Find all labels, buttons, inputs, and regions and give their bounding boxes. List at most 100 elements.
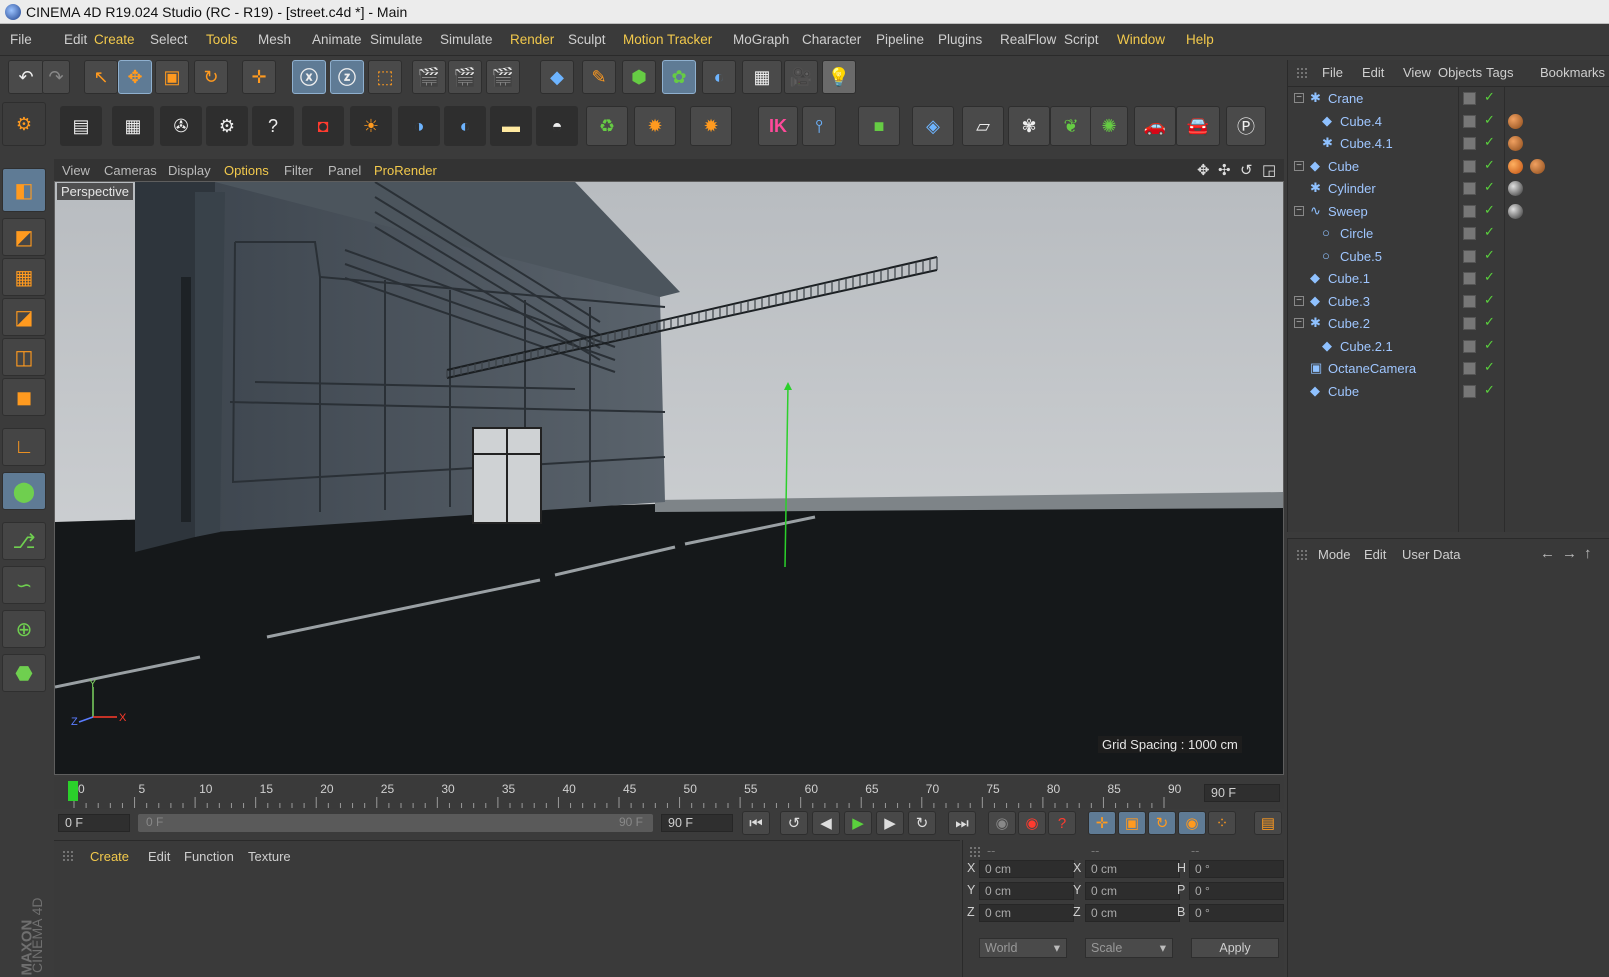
object-row[interactable]: ○ Circle ✓ xyxy=(1288,223,1609,245)
attribute-menu-mode[interactable]: Mode xyxy=(1318,547,1351,562)
layer-checkbox[interactable] xyxy=(1463,137,1476,150)
object-row[interactable]: ◆ Cube.4 ✓ xyxy=(1288,111,1609,133)
viewport-zoom-icon[interactable]: ✣ xyxy=(1218,161,1231,179)
axis-mode-icon[interactable]: ∟ xyxy=(2,428,46,466)
timeline-window-icon[interactable]: ▤ xyxy=(1254,811,1282,835)
visibility-check-icon[interactable]: ✓ xyxy=(1484,179,1495,195)
viewport-move-icon[interactable]: ✥ xyxy=(1197,161,1210,179)
layer-checkbox[interactable] xyxy=(1463,227,1476,240)
collapse-toggle-icon[interactable]: − xyxy=(1294,205,1304,216)
parking-icon[interactable]: Ⓟ xyxy=(1226,106,1266,146)
menu-item-plugins[interactable]: Plugins xyxy=(938,32,982,47)
object-row[interactable]: ◆ Cube.2.1 ✓ xyxy=(1288,336,1609,358)
object-row[interactable]: ◆ Cube.1 ✓ xyxy=(1288,268,1609,290)
rotate-tool-icon[interactable]: ↻ xyxy=(194,60,228,94)
layer-checkbox[interactable] xyxy=(1463,339,1476,353)
traffic-icon[interactable]: 🚘 xyxy=(1176,106,1220,146)
points-mode-icon[interactable]: ◪ xyxy=(2,298,46,336)
workplane-lock-icon[interactable]: ∽ xyxy=(2,566,46,604)
menu-item-simulate[interactable]: Simulate xyxy=(440,32,493,47)
object-name[interactable]: Sweep xyxy=(1328,204,1368,219)
coord-rot-0[interactable]: 0 ° xyxy=(1189,860,1284,878)
material-menu-create[interactable]: Create xyxy=(90,849,129,864)
flower-icon[interactable]: ✾ xyxy=(1008,106,1050,146)
max-frame-field[interactable]: 90 F xyxy=(661,814,733,832)
z-axis-lock-icon[interactable]: ⓩ xyxy=(330,60,364,94)
key-position-icon[interactable]: ✛ xyxy=(1088,811,1116,835)
visibility-check-icon[interactable]: ✓ xyxy=(1484,202,1495,218)
collapse-toggle-icon[interactable]: − xyxy=(1294,160,1304,171)
key-scale-icon[interactable]: ▣ xyxy=(1118,811,1146,835)
visibility-check-icon[interactable]: ✓ xyxy=(1484,337,1495,353)
object-name[interactable]: Cube.1 xyxy=(1328,271,1370,286)
visibility-check-icon[interactable]: ✓ xyxy=(1484,89,1495,105)
live-selection-icon[interactable]: ↖ xyxy=(84,60,118,94)
menu-item-tools[interactable]: Tools xyxy=(206,32,238,47)
object-row[interactable]: ✱ Cylinder ✓ xyxy=(1288,178,1609,200)
viewport-menu-display[interactable]: Display xyxy=(168,163,211,178)
visibility-check-icon[interactable]: ✓ xyxy=(1484,292,1495,308)
object-name[interactable]: Circle xyxy=(1340,226,1373,241)
object-row[interactable]: − ◆ Cube ✓ xyxy=(1288,156,1609,178)
plane-icon[interactable]: ▱ xyxy=(962,106,1004,146)
visibility-check-icon[interactable]: ✓ xyxy=(1484,314,1495,330)
object-row[interactable]: ▣ OctaneCamera ✓ xyxy=(1288,358,1609,380)
attribute-menu-edit[interactable]: Edit xyxy=(1364,547,1386,562)
help-icon[interactable]: ? xyxy=(252,106,294,146)
pen-spline-icon[interactable]: ✎ xyxy=(582,60,616,94)
autokey-icon[interactable]: ◉ xyxy=(1018,811,1046,835)
next-frame-icon[interactable]: ▶ xyxy=(876,811,904,835)
panel-grip-icon[interactable] xyxy=(969,846,981,858)
coord-rot-2[interactable]: 0 ° xyxy=(1189,904,1284,922)
object-name[interactable]: Cube.4.1 xyxy=(1340,136,1393,151)
workplane-mode-icon[interactable]: ▦ xyxy=(2,258,46,296)
edges-mode-icon[interactable]: ◫ xyxy=(2,338,46,376)
material-tag-icon[interactable] xyxy=(1508,136,1523,151)
coord-pos-0[interactable]: 0 cm xyxy=(979,860,1074,878)
forward-arrow-icon[interactable]: → xyxy=(1562,545,1577,562)
grid-layout-icon[interactable]: ▦ xyxy=(112,106,154,146)
light-icon[interactable]: 💡 xyxy=(822,60,856,94)
object-menu-bookmarks[interactable]: Bookmarks xyxy=(1540,65,1605,80)
snap-icon[interactable]: ⎇ xyxy=(2,522,46,560)
viewport-menu-prorender[interactable]: ProRender xyxy=(374,163,437,178)
object-row[interactable]: ◆ Cube ✓ xyxy=(1288,381,1609,403)
plugin-gear-icon[interactable]: ✹ xyxy=(634,106,676,146)
viewport-menu-panel[interactable]: Panel xyxy=(328,163,361,178)
car-icon[interactable]: 🚗 xyxy=(1134,106,1176,146)
object-menu-edit[interactable]: Edit xyxy=(1362,65,1384,80)
layer-checkbox[interactable] xyxy=(1463,272,1476,285)
coord-size-2[interactable]: 0 cm xyxy=(1085,904,1180,922)
menu-item-edit[interactable]: Edit xyxy=(64,32,87,47)
material-tag-icon[interactable] xyxy=(1508,181,1523,196)
cube-primitive-icon[interactable]: ◆ xyxy=(540,60,574,94)
object-row[interactable]: − ∿ Sweep ✓ xyxy=(1288,201,1609,223)
go-to-end-icon[interactable]: ⏭ xyxy=(948,811,976,835)
material-tag-icon[interactable] xyxy=(1508,158,1523,174)
panel-grip-icon[interactable] xyxy=(1296,549,1308,561)
octane-settings-icon[interactable]: ⚙ xyxy=(206,106,248,146)
collapse-toggle-icon[interactable]: − xyxy=(1294,295,1304,306)
coordinate-mode-select[interactable]: World ▾ xyxy=(979,938,1067,958)
object-menu-tags[interactable]: Tags xyxy=(1486,65,1513,80)
ik-icon[interactable]: IK xyxy=(758,106,798,146)
object-row[interactable]: ○ Cube.5 ✓ xyxy=(1288,246,1609,268)
octane-camera-icon[interactable]: ◘ xyxy=(302,106,344,146)
object-menu-file[interactable]: File xyxy=(1322,65,1343,80)
octane-environment-icon[interactable]: ◑ xyxy=(398,106,440,146)
viewport-camera-label[interactable]: Perspective xyxy=(57,183,133,200)
camera-icon[interactable]: 🎥 xyxy=(784,60,818,94)
render-settings-icon[interactable]: 🎬 xyxy=(486,60,520,94)
coord-pos-1[interactable]: 0 cm xyxy=(979,882,1074,900)
viewport-menu-view[interactable]: View xyxy=(62,163,90,178)
render-view-icon[interactable]: 🎬 xyxy=(412,60,446,94)
object-name[interactable]: OctaneCamera xyxy=(1328,361,1416,376)
go-to-start-icon[interactable]: ⏮ xyxy=(742,811,770,835)
menu-item-realflow[interactable]: RealFlow xyxy=(1000,32,1056,47)
coordinate-system-icon[interactable]: ⬚ xyxy=(368,60,402,94)
deformer-icon[interactable]: ◐ xyxy=(702,60,736,94)
record-keys-icon[interactable]: ◉ xyxy=(988,811,1016,835)
plugin-gear-2-icon[interactable]: ✹ xyxy=(690,106,732,146)
panel-grip-icon[interactable] xyxy=(62,850,74,862)
menu-item-script[interactable]: Script xyxy=(1064,32,1099,47)
